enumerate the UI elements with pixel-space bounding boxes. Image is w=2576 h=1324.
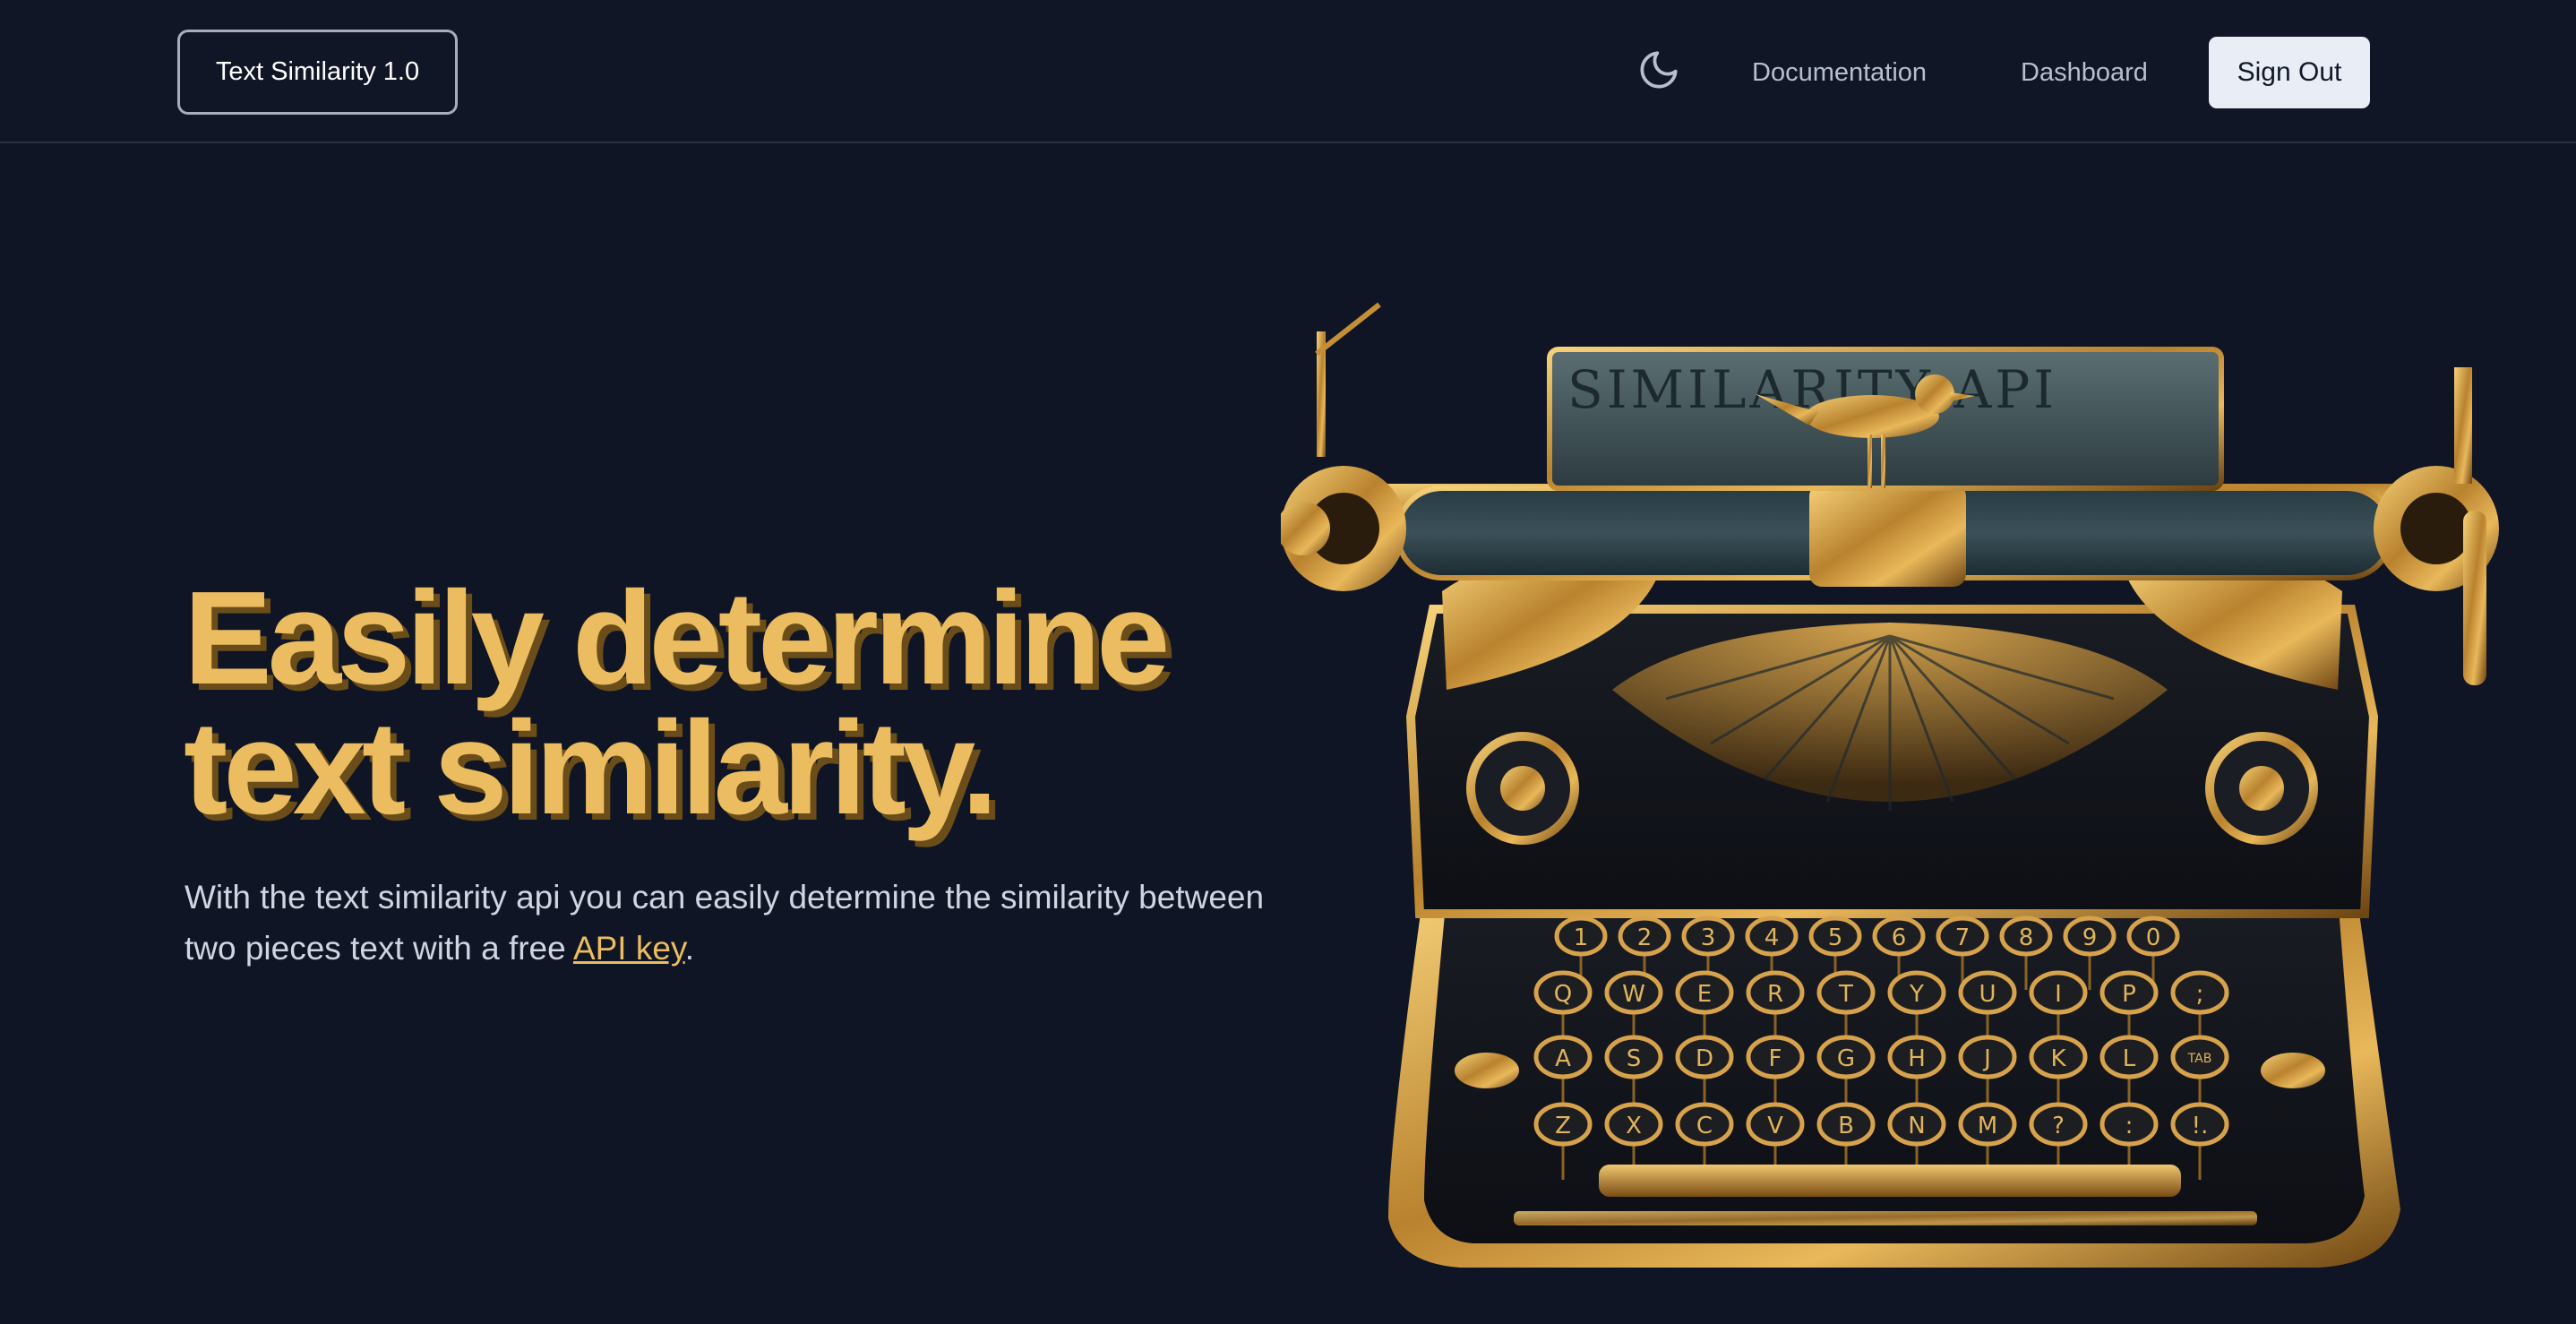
key-label: R	[1767, 981, 1783, 1008]
hero-description-suffix: .	[684, 930, 694, 967]
navbar: Text Similarity 1.0 Documentation Dashbo…	[0, 0, 2576, 143]
key-label: J	[1982, 1045, 1991, 1072]
key-label: 2	[1637, 924, 1653, 951]
typewriter-illustration: SIMILARITY API 1234567890 Q W E R T Y U …	[1281, 302, 2499, 1268]
hero-description: With the text similarity api you can eas…	[185, 872, 1286, 974]
key-label: U	[1979, 981, 1996, 1008]
key-label: Y	[1909, 981, 1924, 1008]
key-label: P	[2122, 981, 2136, 1008]
key-label: N	[1908, 1113, 1925, 1139]
hero-title-line-1: Easily determine	[184, 564, 1170, 712]
key-label: 4	[1765, 924, 1780, 951]
key-label: X	[1626, 1113, 1642, 1139]
key-label: E	[1697, 981, 1712, 1008]
theme-toggle-button[interactable]	[1636, 45, 1682, 95]
key-label: S	[1627, 1045, 1642, 1072]
key-label: 0	[2146, 924, 2161, 951]
key-label: C	[1696, 1113, 1713, 1139]
key-label: ;	[2196, 981, 2204, 1008]
key-label: D	[1696, 1045, 1713, 1072]
left-knob-mechanism	[1281, 302, 1406, 591]
key-label: 6	[1892, 924, 1907, 951]
key-label: ?	[2052, 1113, 2065, 1139]
key-label: V	[1767, 1113, 1783, 1139]
key-label: 5	[1828, 924, 1843, 951]
brand-button[interactable]: Text Similarity 1.0	[177, 30, 458, 115]
key-label: K	[2050, 1045, 2066, 1072]
hero-description-text: With the text similarity api you can eas…	[185, 879, 1265, 967]
api-key-link[interactable]: API key	[573, 930, 685, 967]
key-label: Q	[1554, 981, 1572, 1008]
key-label: 8	[2019, 924, 2034, 951]
key-label: W	[1622, 981, 1645, 1008]
key-label: B	[1838, 1113, 1854, 1139]
key-label: F	[1769, 1045, 1782, 1072]
nav-documentation-link[interactable]: Documentation	[1752, 52, 1987, 93]
key-label: I	[2055, 981, 2062, 1008]
sign-out-label: Sign Out	[2237, 57, 2342, 87]
key-label: !.	[2192, 1113, 2209, 1139]
key-label: TAB	[2187, 1052, 2212, 1066]
sign-out-button[interactable]: Sign Out	[2209, 37, 2370, 108]
key-label: 3	[1701, 924, 1716, 951]
key-label: 9	[2082, 924, 2098, 951]
key-label: :	[2125, 1113, 2134, 1139]
key-label: A	[1555, 1045, 1571, 1072]
key-label: Z	[1555, 1113, 1571, 1139]
key-label: H	[1908, 1045, 1926, 1072]
nav-dashboard-link[interactable]: Dashboard	[2021, 52, 2155, 93]
page: Text Similarity 1.0 Documentation Dashbo…	[0, 0, 2576, 1324]
right-knob-mechanism	[2374, 367, 2499, 685]
space-bar	[1599, 1165, 2181, 1197]
hero-title: Easily determine text similarity.	[184, 572, 1303, 835]
moon-icon	[1640, 51, 1678, 89]
key-label: 1	[1574, 924, 1589, 951]
key-label: T	[1838, 981, 1853, 1008]
key-label: G	[1837, 1045, 1855, 1072]
key-label: 7	[1955, 924, 1971, 951]
hero-title-line-2: text similarity.	[184, 694, 998, 842]
brand-label: Text Similarity 1.0	[215, 57, 420, 86]
key-label: M	[1978, 1113, 1997, 1139]
key-label: L	[2123, 1045, 2136, 1072]
